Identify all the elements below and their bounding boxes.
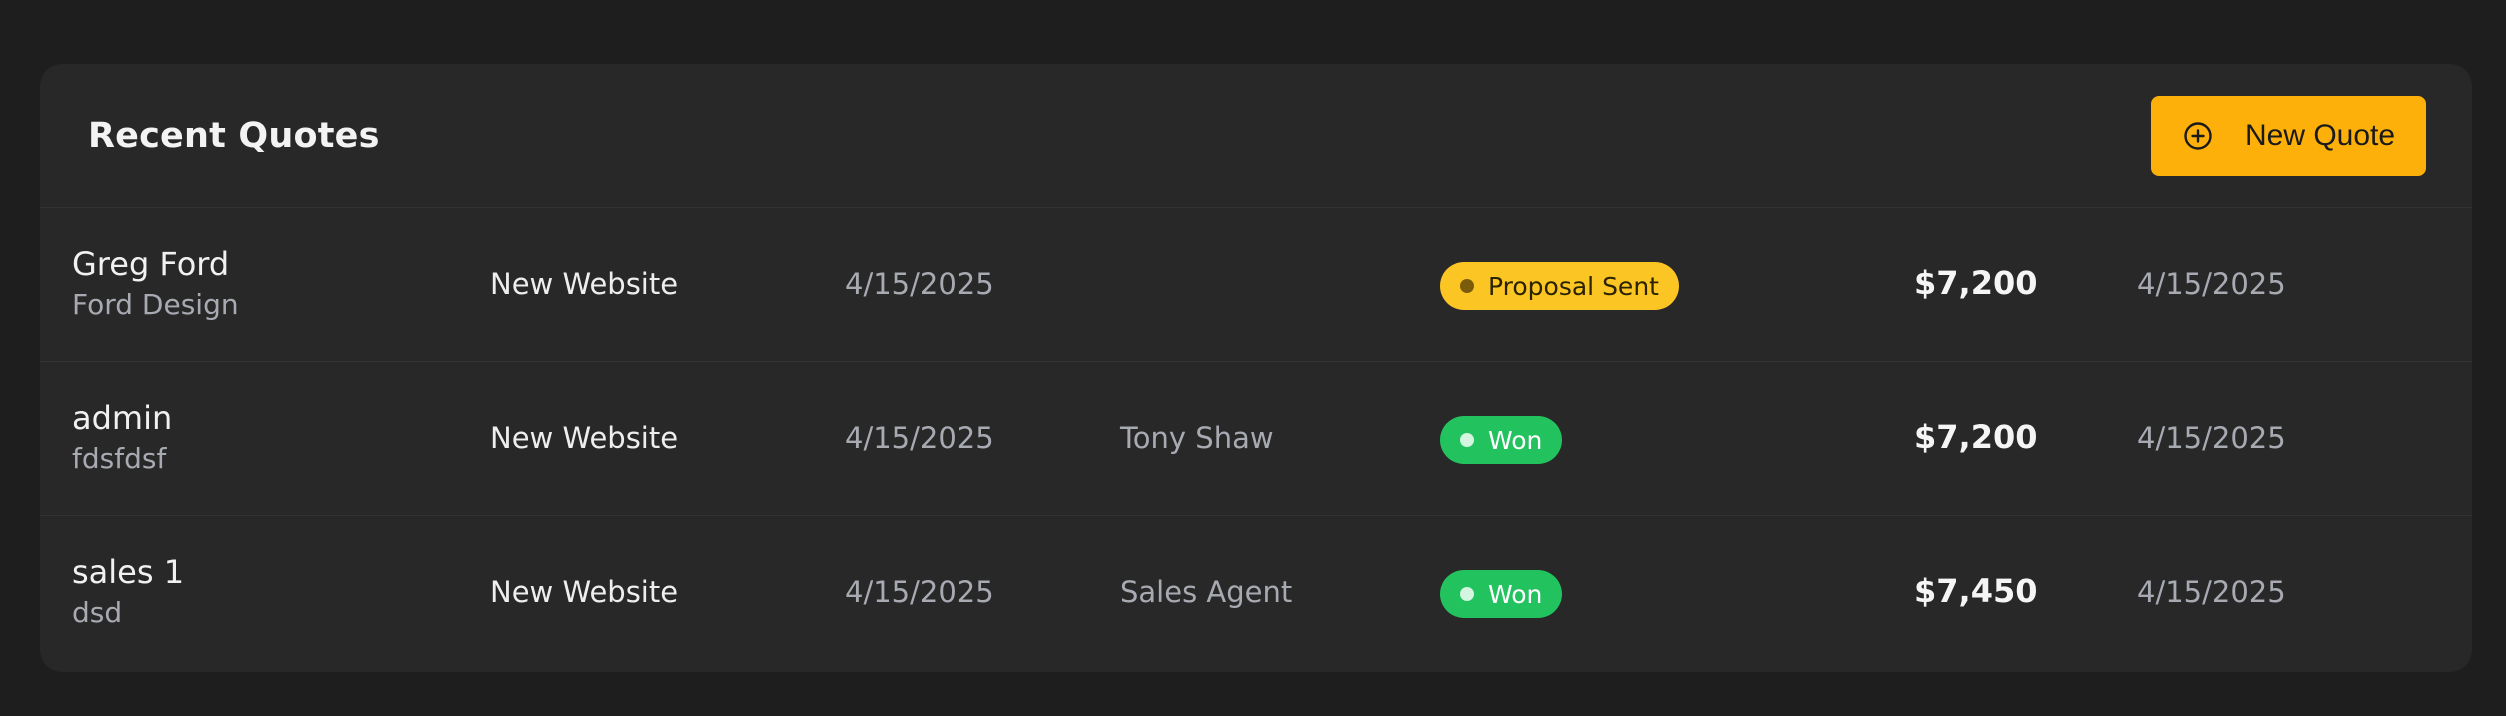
client-cell: Greg Ford Ford Design <box>72 244 239 324</box>
card-header: Recent Quotes New Quote <box>40 64 2472 208</box>
client-company: Ford Design <box>72 288 239 321</box>
client-company: fdsfdsf <box>72 442 167 475</box>
table-row[interactable]: admin fdsfdsf New Website 4/15/2025 Tony… <box>40 362 2472 516</box>
plus-circle-icon <box>2181 119 2215 153</box>
table-row[interactable]: Greg Ford Ford Design New Website 4/15/2… <box>40 208 2472 362</box>
status-cell: Proposal Sent <box>1440 262 1679 310</box>
updated-date: 4/15/2025 <box>2137 267 2286 301</box>
client-name: admin <box>72 399 173 437</box>
status-cell: Won <box>1440 416 1563 464</box>
status-dot-icon <box>1460 279 1474 293</box>
client-name: sales 1 <box>72 553 185 591</box>
project-name: New Website <box>490 267 679 301</box>
agent-name: Sales Agent <box>1120 575 1293 609</box>
quote-amount: $7,450 <box>1914 572 2038 610</box>
updated-date: 4/15/2025 <box>2137 421 2286 455</box>
quote-amount: $7,200 <box>1914 264 2038 302</box>
status-dot-icon <box>1460 587 1474 601</box>
project-name: New Website <box>490 421 679 455</box>
status-badge: Won <box>1440 570 1563 618</box>
project-name: New Website <box>490 575 679 609</box>
status-badge: Won <box>1440 416 1563 464</box>
client-name: Greg Ford <box>72 245 230 283</box>
quote-amount: $7,200 <box>1914 418 2038 456</box>
quote-date: 4/15/2025 <box>845 421 994 455</box>
updated-date: 4/15/2025 <box>2137 575 2286 609</box>
status-label: Won <box>1488 425 1543 455</box>
new-quote-button-label: New Quote <box>2245 118 2396 152</box>
agent-name: Tony Shaw <box>1120 421 1274 455</box>
card-title: Recent Quotes <box>88 115 380 156</box>
status-label: Won <box>1488 579 1543 609</box>
client-cell: sales 1 dsd <box>72 552 184 632</box>
client-cell: admin fdsfdsf <box>72 398 172 478</box>
quote-date: 4/15/2025 <box>845 267 994 301</box>
new-quote-button[interactable]: New Quote <box>2151 95 2426 176</box>
status-cell: Won <box>1440 570 1563 618</box>
table-row[interactable]: sales 1 dsd New Website 4/15/2025 Sales … <box>40 516 2472 670</box>
status-badge: Proposal Sent <box>1440 262 1679 310</box>
status-label: Proposal Sent <box>1488 271 1659 301</box>
status-dot-icon <box>1460 433 1474 447</box>
recent-quotes-card: Recent Quotes New Quote Greg Ford Ford D… <box>40 64 2472 672</box>
client-company: dsd <box>72 596 123 629</box>
quote-date: 4/15/2025 <box>845 575 994 609</box>
